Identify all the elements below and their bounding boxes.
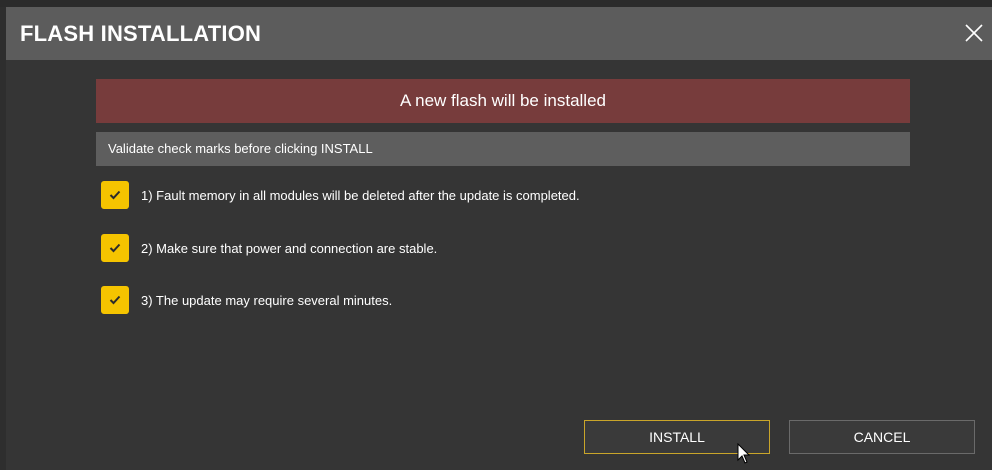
checkmark-icon [109,295,121,305]
checklist-item-1: 1) Fault memory in all modules will be d… [101,181,801,209]
cancel-button[interactable]: CANCEL [789,420,975,454]
close-icon [965,24,983,42]
checklist-label-3: 3) The update may require several minute… [141,293,393,308]
flash-installation-dialog: FLASH INSTALLATION A new flash will be i… [0,0,992,470]
checkmark-icon [109,243,121,253]
dialog-title: FLASH INSTALLATION [20,21,262,46]
checklist-item-2: 2) Make sure that power and connection a… [101,234,801,262]
checklist-label-1: 1) Fault memory in all modules will be d… [141,188,580,203]
checkbox-3[interactable] [101,286,129,314]
window-frame [0,0,992,7]
checklist-item-3: 3) The update may require several minute… [101,286,801,314]
instruction-header: Validate check marks before clicking INS… [96,132,910,166]
mouse-pointer-icon [737,443,751,464]
dialog-content: A new flash will be installed Validate c… [6,60,992,470]
title-bar: FLASH INSTALLATION [6,7,992,60]
checkbox-1[interactable] [101,181,129,209]
warning-banner: A new flash will be installed [96,79,910,123]
checklist-label-2: 2) Make sure that power and connection a… [141,241,438,256]
checkmark-icon [109,190,121,200]
checkbox-2[interactable] [101,234,129,262]
close-button[interactable] [960,19,988,47]
